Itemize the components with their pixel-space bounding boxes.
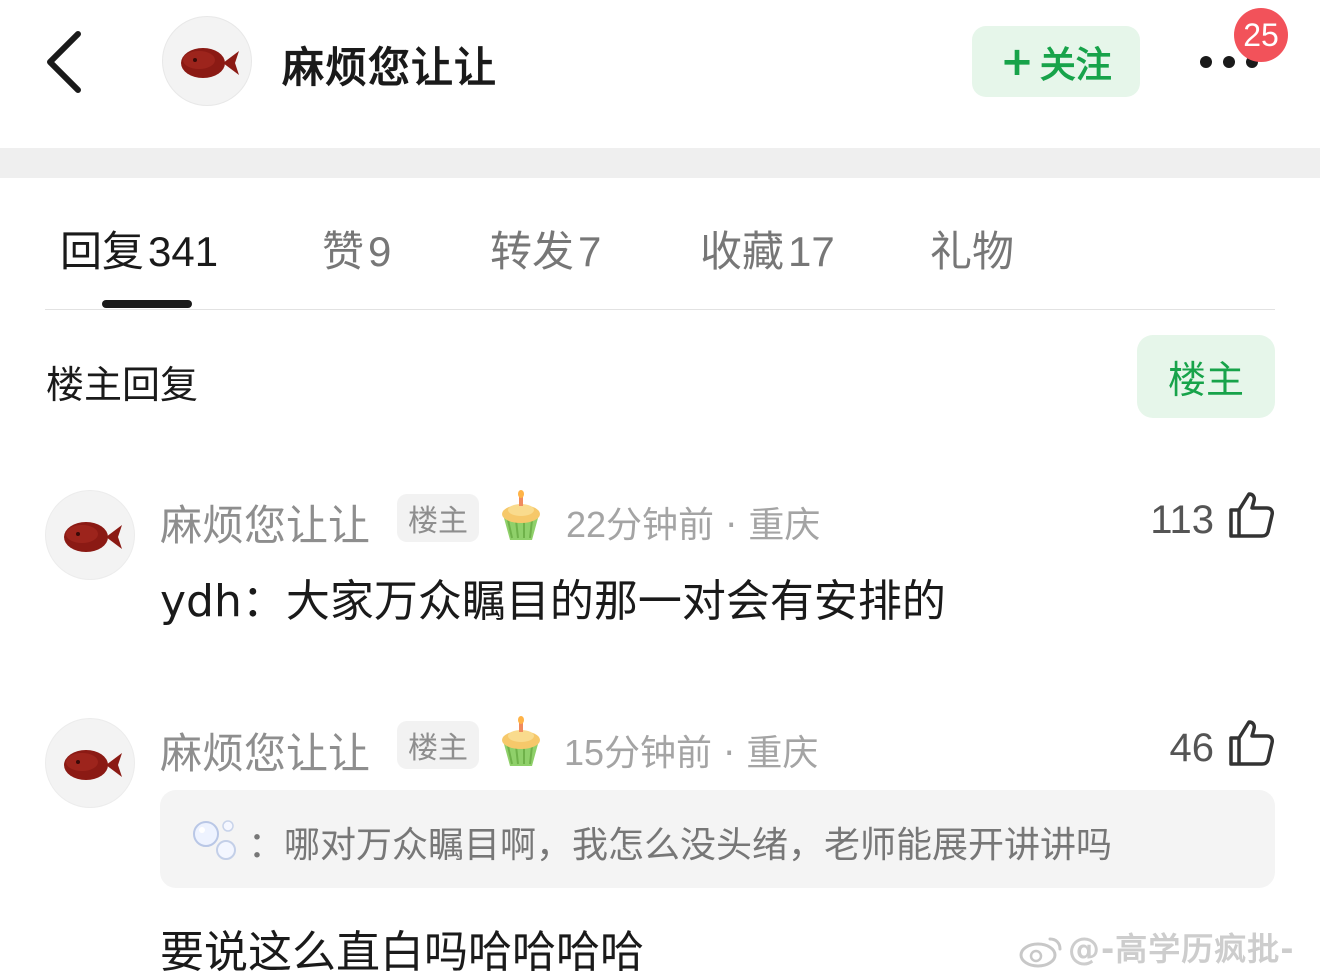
tab-gifts[interactable]: 礼物	[930, 218, 1014, 279]
username-title[interactable]: 麻烦您让让	[282, 34, 497, 95]
tab-bar: 回复341 赞9 转发7 收藏17 礼物	[0, 178, 1320, 310]
tab-reposts[interactable]: 转发7	[490, 218, 601, 279]
tab-gifts-label: 礼物	[930, 227, 1015, 276]
like-count: 46	[1169, 726, 1215, 770]
comment-meta: 22分钟前 · 重庆	[566, 496, 820, 548]
follow-label: 关注	[1039, 44, 1112, 86]
tab-likes[interactable]: 赞9	[322, 218, 391, 279]
back-arrow-icon[interactable]	[40, 30, 90, 94]
op-tag: 楼主	[397, 494, 479, 542]
bubbles-avatar-icon	[193, 820, 236, 860]
section-divider	[0, 148, 1320, 178]
tab-favorites[interactable]: 收藏17	[700, 218, 835, 279]
tab-reposts-count: 7	[578, 228, 602, 275]
quoted-reply[interactable]: ：哪对万众瞩目啊，我怎么没头绪，老师能展开讲讲吗	[160, 790, 1275, 888]
tab-replies-label: 回复	[60, 227, 145, 276]
thumbs-up-icon[interactable]	[1227, 718, 1275, 766]
tab-replies[interactable]: 回复341	[60, 218, 218, 279]
comment-text: ydh：大家万众瞩目的那一对会有安排的	[160, 576, 946, 627]
comment-avatar[interactable]	[45, 490, 135, 580]
fish-avatar-icon	[64, 522, 122, 552]
comment-location: 重庆	[748, 505, 821, 546]
comment-location: 重庆	[746, 733, 819, 774]
weibo-logo-icon	[1019, 937, 1062, 968]
watermark-text: @-高学历疯批-	[1068, 930, 1295, 968]
tab-favorites-count: 17	[788, 228, 835, 275]
comment-author[interactable]: 麻烦您让让	[160, 720, 370, 781]
comment-time: 22分钟前	[566, 504, 715, 545]
meta-separator: ·	[725, 505, 749, 546]
op-tag: 楼主	[397, 721, 479, 769]
watermark: @-高学历疯批-	[1018, 924, 1295, 970]
op-filter-button[interactable]: 楼主	[1137, 335, 1275, 418]
tab-reposts-label: 转发	[490, 227, 575, 276]
fish-avatar-icon	[181, 48, 239, 78]
comment-author[interactable]: 麻烦您让让	[160, 492, 370, 553]
quoted-text: ：哪对万众瞩目啊，我怎么没头绪，老师能展开讲讲吗	[248, 825, 1113, 866]
like-count: 113	[1150, 498, 1214, 542]
top-bar: 麻烦您让让 + 关注 25	[0, 0, 1320, 148]
active-tab-indicator	[102, 300, 192, 308]
follow-button[interactable]: + 关注	[972, 26, 1140, 97]
section-title: 楼主回复	[46, 363, 199, 407]
tab-replies-count: 341	[148, 228, 219, 275]
cupcake-icon	[502, 490, 540, 540]
comment-time: 15分钟前	[564, 732, 713, 773]
comment-meta: 15分钟前 · 重庆	[564, 724, 818, 776]
notification-badge: 25	[1234, 8, 1288, 62]
tab-likes-count: 9	[368, 228, 392, 275]
tab-favorites-label: 收藏	[700, 227, 785, 276]
comment-avatar[interactable]	[45, 718, 135, 808]
meta-separator: ·	[723, 733, 747, 774]
user-avatar[interactable]	[162, 16, 252, 106]
tab-divider	[45, 309, 1275, 310]
tab-likes-label: 赞	[322, 227, 365, 276]
thumbs-up-icon[interactable]	[1227, 490, 1275, 538]
fish-avatar-icon	[64, 750, 122, 780]
cupcake-icon	[502, 716, 540, 766]
comment-text: 要说这么直白吗哈哈哈哈	[160, 927, 644, 977]
plus-icon: +	[1000, 38, 1034, 85]
